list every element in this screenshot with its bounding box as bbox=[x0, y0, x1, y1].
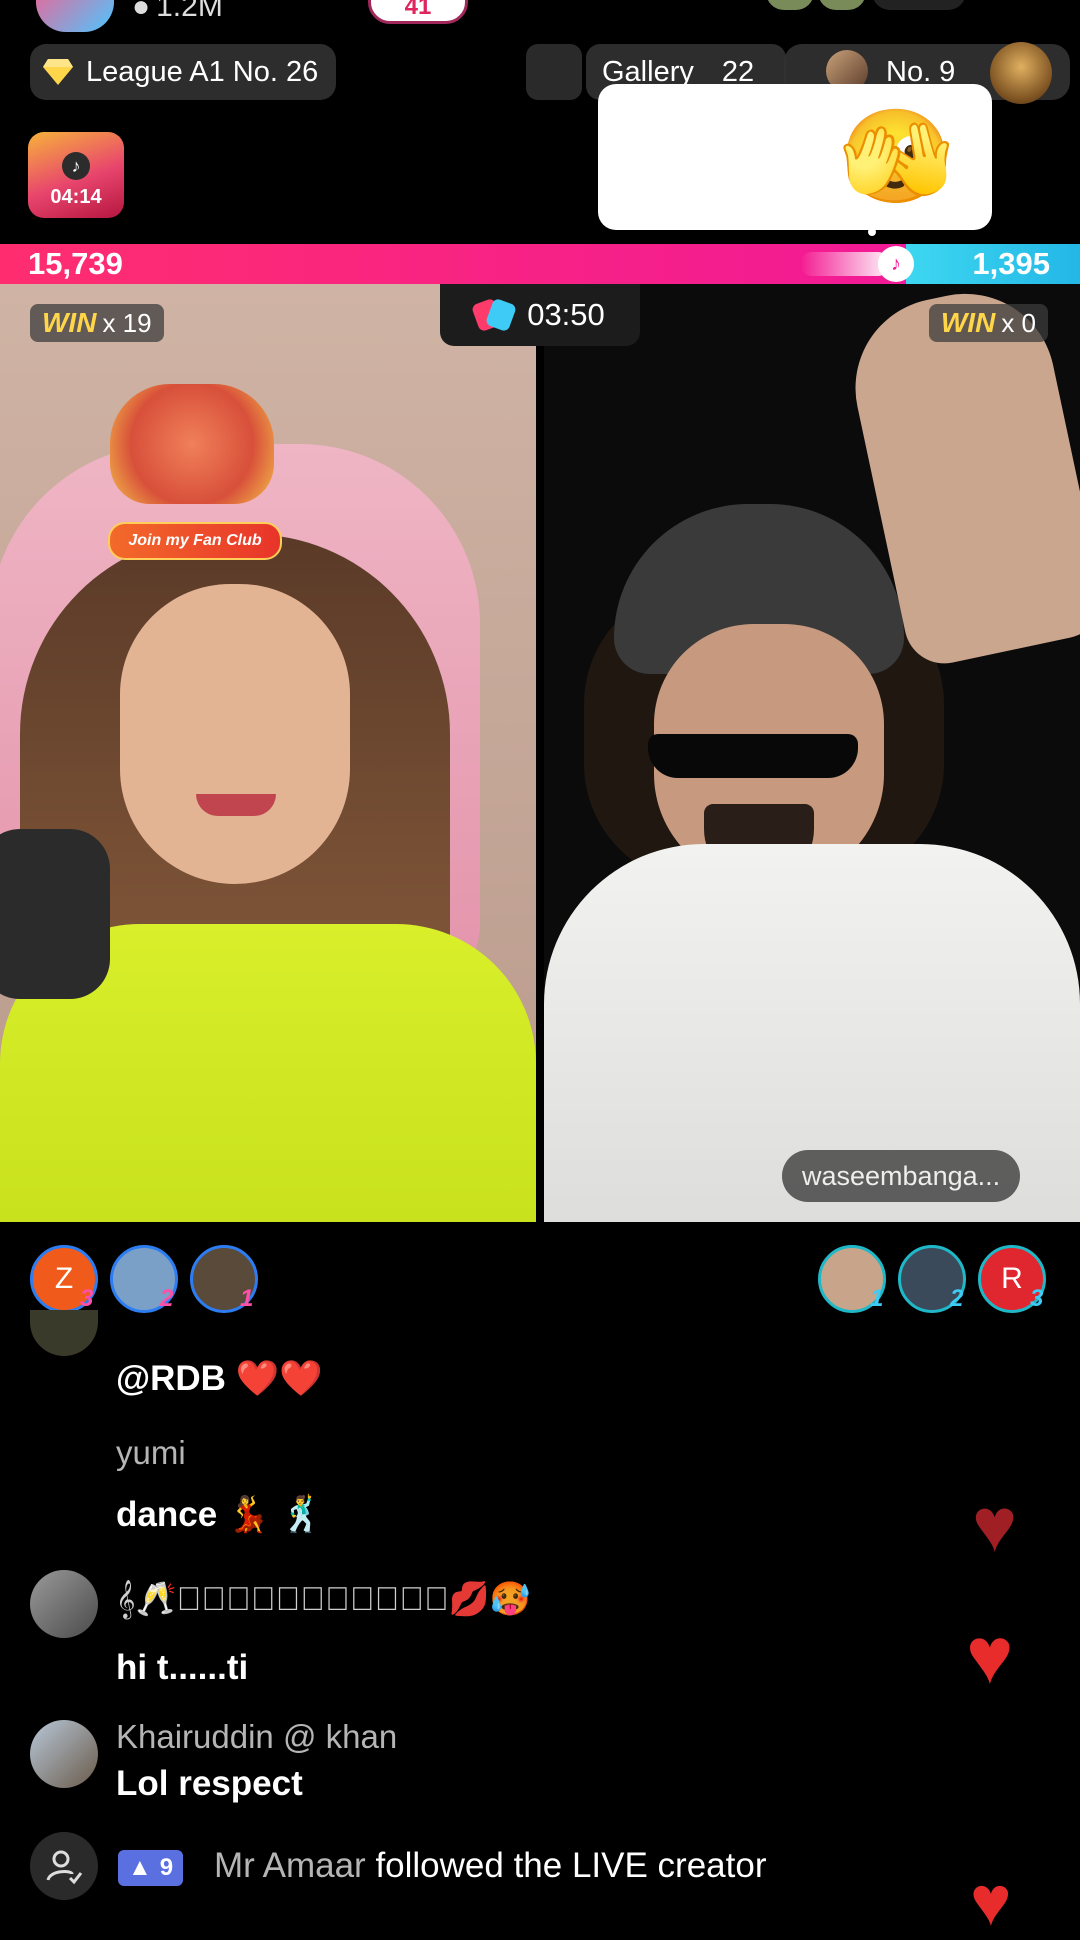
host-lips bbox=[196, 794, 276, 816]
left-host-video[interactable]: Join my Fan Club bbox=[0, 284, 536, 1222]
emoji-reaction-popup: 😂😁🫣 bbox=[598, 84, 992, 230]
avatar[interactable] bbox=[30, 1570, 98, 1638]
host-avatar[interactable] bbox=[36, 0, 114, 32]
supporter-rank: 3 bbox=[1030, 1285, 1044, 1312]
avatar[interactable] bbox=[818, 0, 866, 10]
follow-text: followed the LIVE creator bbox=[375, 1846, 767, 1885]
chat-message: @RDB ❤️❤️ bbox=[116, 1359, 323, 1398]
viewer-count-text: 1.2M bbox=[156, 0, 223, 23]
supporter-rank: 2 bbox=[950, 1285, 964, 1312]
win-label: WIN bbox=[940, 307, 996, 338]
person-check-icon bbox=[46, 1850, 83, 1885]
popup-pointer bbox=[868, 228, 876, 236]
level-badge: ▲ 9 bbox=[118, 1850, 184, 1886]
heart-counter[interactable]: 41 bbox=[368, 0, 468, 24]
chat-username[interactable]: 𝄞🥂𝄞𝑼𝑹꙰𝑪𝒂𝒑𝒕𝒂𝒊𝒏💋🥵 bbox=[116, 1580, 531, 1619]
diamond-icon bbox=[43, 59, 73, 85]
chat-message: Lol respect bbox=[116, 1764, 303, 1803]
left-score: 15,739 bbox=[28, 246, 123, 281]
battle-timer: 03:50 bbox=[440, 284, 640, 346]
chat-username[interactable]: yumi bbox=[116, 1434, 186, 1472]
viewer-count: ● 1.2M bbox=[132, 0, 223, 24]
lion-icon[interactable] bbox=[990, 42, 1052, 104]
right-supporters: 1 2 R 3 bbox=[818, 1245, 1058, 1315]
supporter-rank: 2 bbox=[160, 1285, 174, 1312]
chat-message: hi t......ti bbox=[116, 1648, 249, 1687]
win-label: WIN bbox=[42, 307, 97, 338]
battle-progress-left bbox=[0, 244, 906, 284]
emoji-reaction-text: 😂😁🫣 bbox=[636, 106, 954, 208]
chat-username[interactable]: Khairuddin @ khan bbox=[116, 1718, 397, 1756]
supporter-rank: 3 bbox=[80, 1285, 94, 1312]
tiktok-logo-icon: ♪ bbox=[878, 246, 914, 282]
win-count: x 19 bbox=[102, 307, 152, 338]
sunglasses bbox=[648, 734, 858, 778]
battle-timer-text: 03:50 bbox=[527, 297, 605, 332]
floating-heart-icon: ♥ bbox=[972, 1483, 1018, 1568]
level-value: 9 bbox=[159, 1854, 174, 1881]
top-viewer-avatars[interactable] bbox=[766, 0, 866, 10]
triangle-icon: ▲ bbox=[128, 1854, 152, 1881]
right-win-streak: WIN x 0 bbox=[928, 304, 1048, 342]
left-supporters: Z 3 2 1 bbox=[30, 1245, 270, 1315]
treasure-chest-timer: 04:14 bbox=[50, 186, 102, 208]
floating-heart-icon: ♥ bbox=[970, 1862, 1012, 1940]
person-icon: ● bbox=[132, 0, 151, 23]
video-divider bbox=[536, 284, 544, 1222]
league-label: League A1 No. 26 bbox=[86, 55, 319, 88]
supporter-rank: 1 bbox=[240, 1285, 254, 1312]
win-count: x 0 bbox=[1001, 307, 1036, 338]
top-right-pill[interactable] bbox=[872, 0, 966, 10]
follow-username[interactable]: Mr Amaar bbox=[214, 1846, 366, 1885]
fan-club-mascot-icon[interactable] bbox=[110, 384, 274, 504]
microphone-icon bbox=[0, 829, 110, 999]
join-fan-club-button[interactable]: Join my Fan Club bbox=[108, 522, 282, 560]
avatar[interactable] bbox=[30, 1720, 98, 1788]
floating-heart-icon: ♥ bbox=[966, 1611, 1014, 1700]
versus-icon bbox=[471, 297, 518, 333]
follow-notice: Mr Amaar followed the LIVE creator bbox=[214, 1846, 767, 1886]
left-win-streak: WIN x 19 bbox=[30, 304, 164, 342]
gallery-thumbnail[interactable] bbox=[526, 44, 582, 100]
music-note-icon: ♪ bbox=[62, 152, 90, 180]
right-host-video[interactable] bbox=[544, 284, 1080, 1222]
right-score: 1,395 bbox=[972, 246, 1050, 281]
avatar[interactable] bbox=[766, 0, 814, 10]
progress-streak bbox=[800, 252, 890, 276]
host-face bbox=[120, 584, 350, 884]
chat-message: dance 💃 🕺 bbox=[116, 1495, 324, 1534]
opponent-name-tag[interactable]: waseembanga... bbox=[782, 1150, 1021, 1202]
supporter-rank: 1 bbox=[870, 1285, 884, 1312]
league-badge[interactable]: League A1 No. 26 bbox=[30, 44, 337, 100]
follow-user-icon bbox=[30, 1832, 98, 1900]
heart-counter-text: 41 bbox=[404, 0, 432, 20]
avatar[interactable] bbox=[30, 1310, 98, 1356]
